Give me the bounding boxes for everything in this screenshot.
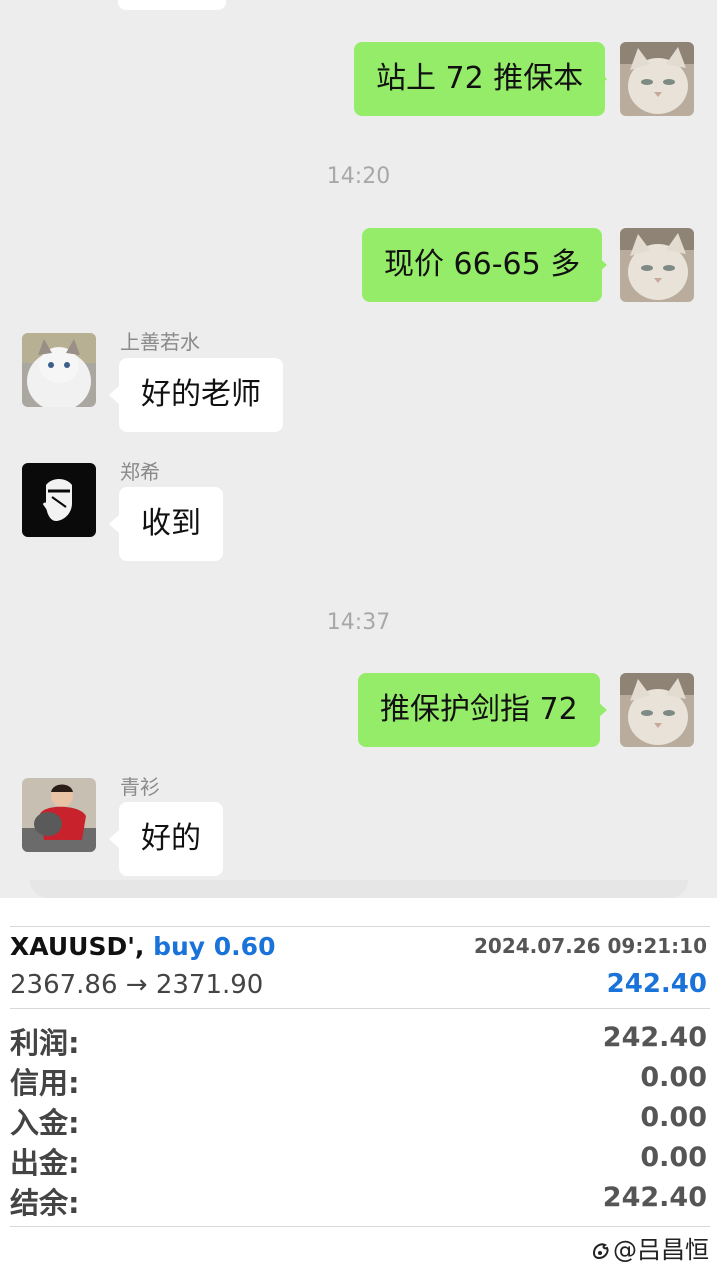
deposit-label: 入金: <box>10 1106 80 1140</box>
watermark-text: @吕昌恒 <box>613 1236 709 1264</box>
sender-name: 郑希 <box>120 460 160 484</box>
watermark: @吕昌恒 <box>589 1230 709 1265</box>
trade-symbol[interactable]: XAUUSD', buy 0.60 <box>10 932 275 961</box>
weibo-icon <box>592 1243 609 1260</box>
divider <box>10 926 710 927</box>
cat-avatar-icon <box>620 42 694 116</box>
divider <box>10 1226 710 1227</box>
contact-avatar[interactable] <box>22 463 96 537</box>
bubble-tail <box>597 256 607 274</box>
self-avatar[interactable] <box>620 42 694 116</box>
outgoing-message[interactable]: 站上 72 推保本 <box>354 42 606 116</box>
divider <box>10 1008 710 1009</box>
balance-value: 242.40 <box>602 1182 707 1213</box>
sketch-avatar-icon <box>22 463 96 537</box>
profit-value: 242.40 <box>602 1022 707 1053</box>
incoming-message[interactable]: 好的老师 <box>119 358 283 432</box>
incoming-message[interactable]: 收到 <box>119 487 223 561</box>
incoming-message[interactable]: 好的 <box>119 802 223 876</box>
bubble-tail <box>597 70 607 88</box>
balance-label: 结余: <box>10 1186 80 1220</box>
cat-avatar-icon <box>22 333 96 407</box>
withdrawal-label: 出金: <box>10 1146 80 1180</box>
bubble-tail <box>109 386 119 404</box>
partial-bubble[interactable] <box>118 0 226 10</box>
outgoing-message[interactable]: 现价 66-65 多 <box>362 228 603 302</box>
sender-name: 青衫 <box>120 775 160 799</box>
bubble-tail <box>597 701 607 719</box>
cat-avatar-icon <box>620 228 694 302</box>
contact-avatar[interactable] <box>22 778 96 852</box>
child-avatar-icon <box>22 778 96 852</box>
deposit-value: 0.00 <box>640 1102 707 1133</box>
symbol-label: XAUUSD', <box>10 932 145 961</box>
timestamp: 14:37 <box>326 610 391 635</box>
self-avatar[interactable] <box>620 228 694 302</box>
profit-label: 利润: <box>10 1026 80 1060</box>
withdrawal-value: 0.00 <box>640 1142 707 1173</box>
cat-avatar-icon <box>620 673 694 747</box>
credit-label: 信用: <box>10 1066 80 1100</box>
chat-panel-edge <box>30 880 688 898</box>
trade-datetime: 2024.07.26 09:21:10 <box>474 934 707 958</box>
outgoing-message[interactable]: 推保护剑指 72 <box>358 673 600 747</box>
trade-side: buy 0.60 <box>153 932 276 961</box>
contact-avatar[interactable] <box>22 333 96 407</box>
bubble-tail <box>109 515 119 533</box>
self-avatar[interactable] <box>620 673 694 747</box>
sender-name: 上善若水 <box>120 330 200 354</box>
credit-value: 0.00 <box>640 1062 707 1093</box>
chat-panel: 站上 72 推保本 14:20 现价 66-65 多 上善若水 好的老师 郑希 … <box>0 0 717 898</box>
trade-profit: 242.40 <box>606 969 707 999</box>
bubble-tail <box>109 830 119 848</box>
timestamp: 14:20 <box>326 164 391 189</box>
trade-price-move: 2367.86 → 2371.90 <box>10 970 264 1000</box>
